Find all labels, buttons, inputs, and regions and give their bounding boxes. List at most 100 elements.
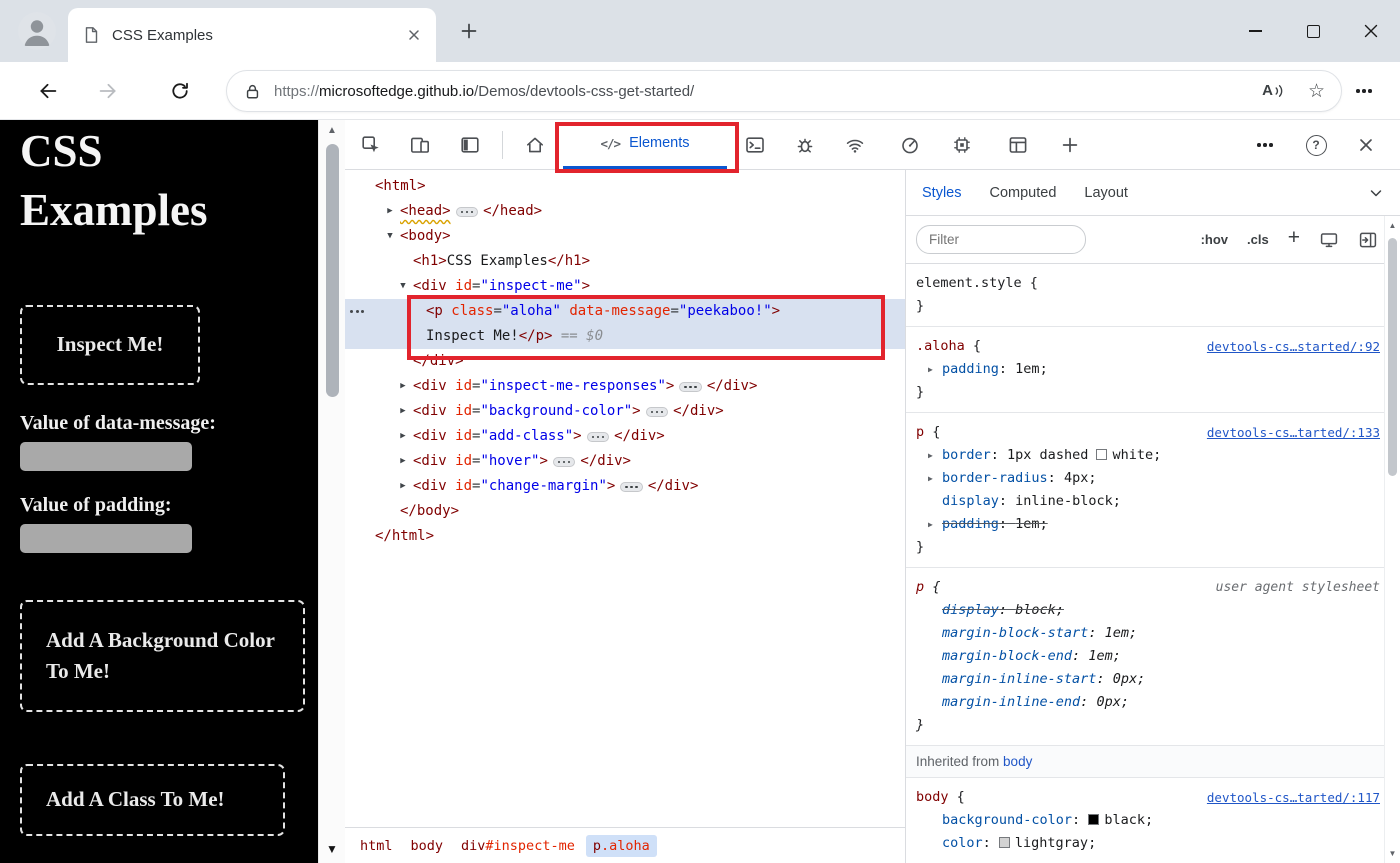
expand-shorthand-icon[interactable]: ▶ — [928, 513, 933, 536]
refresh-button[interactable] — [162, 73, 198, 109]
help-icon[interactable]: ? — [1298, 127, 1334, 163]
inspect-element-icon[interactable] — [353, 127, 389, 163]
expand-shorthand-icon[interactable]: ▶ — [928, 358, 933, 381]
dom-tree-node[interactable]: ▶<div id="inspect-me-responses"></div> — [345, 374, 905, 399]
breadcrumb-item[interactable]: html — [353, 835, 400, 857]
maximize-button[interactable] — [1284, 0, 1342, 62]
scrollbar-thumb[interactable] — [1388, 238, 1397, 476]
new-tab-button[interactable] — [452, 14, 486, 48]
browser-tab[interactable]: CSS Examples — [68, 8, 436, 62]
breadcrumb-item[interactable]: div#inspect-me — [454, 835, 582, 857]
collapsed-content-icon[interactable] — [553, 457, 576, 467]
color-swatch[interactable] — [999, 837, 1010, 848]
scroll-down-icon[interactable]: ▼ — [319, 842, 345, 856]
collapsed-content-icon[interactable] — [679, 382, 702, 392]
inherited-node-link[interactable]: body — [1003, 754, 1032, 769]
read-aloud-icon[interactable]: A — [1262, 83, 1284, 99]
breadcrumb-item[interactable]: p.aloha — [586, 835, 657, 857]
css-property[interactable]: ▶padding: 1em; — [916, 358, 1380, 381]
more-tools-plus-icon[interactable] — [1052, 127, 1088, 163]
chevron-down-icon[interactable] — [1368, 185, 1384, 201]
expand-arrow-icon[interactable]: ▶ — [396, 424, 410, 449]
devtools-menu-icon[interactable] — [1247, 127, 1283, 163]
styles-filter-input[interactable] — [916, 225, 1086, 254]
color-swatch[interactable] — [1096, 449, 1107, 460]
css-property[interactable]: margin-inline-end: 0px; — [916, 691, 1380, 714]
color-swatch[interactable] — [1088, 814, 1099, 825]
memory-icon[interactable] — [944, 127, 980, 163]
stylesheet-link[interactable]: devtools-cs…started/:92 — [1207, 335, 1380, 358]
data-message-value-field[interactable] — [20, 442, 192, 471]
dom-tree-node[interactable]: ▼<body> — [345, 224, 905, 249]
css-property[interactable]: margin-block-start: 1em; — [916, 622, 1380, 645]
dom-tree-node[interactable]: </body> — [345, 499, 905, 524]
tab-computed[interactable]: Computed — [990, 185, 1057, 201]
stylesheet-link[interactable]: devtools-cs…tarted/:117 — [1207, 786, 1380, 809]
expand-arrow-icon[interactable]: ▶ — [396, 474, 410, 499]
collapsed-content-icon[interactable] — [587, 432, 610, 442]
forward-button[interactable] — [90, 73, 126, 109]
css-property[interactable]: background-color: black; — [916, 809, 1380, 832]
dom-tree-node[interactable]: ▶<head></head> — [345, 199, 905, 224]
dom-tree-node[interactable]: ▶<div id="add-class"></div> — [345, 424, 905, 449]
expand-arrow-icon[interactable]: ▶ — [396, 374, 410, 399]
padding-value-field[interactable] — [20, 524, 192, 553]
dom-tree-node[interactable]: ▼<div id="inspect-me"> — [345, 274, 905, 299]
expand-arrow-icon[interactable]: ▶ — [396, 399, 410, 424]
issues-bug-icon[interactable] — [787, 127, 823, 163]
toggle-element-state-button[interactable]: :hov — [1201, 232, 1228, 247]
device-emulation-icon[interactable] — [402, 127, 438, 163]
dom-tree-node[interactable]: <h1>CSS Examples</h1> — [345, 249, 905, 274]
close-window-button[interactable] — [1342, 0, 1400, 62]
css-property[interactable]: margin-inline-start: 0px; — [916, 668, 1380, 691]
profile-avatar[interactable] — [18, 12, 56, 50]
performance-icon[interactable] — [892, 127, 928, 163]
expand-shorthand-icon[interactable]: ▶ — [928, 467, 933, 490]
tab-layout[interactable]: Layout — [1084, 185, 1128, 201]
close-devtools-icon[interactable] — [1348, 127, 1384, 163]
css-property[interactable]: color: lightgray; — [916, 832, 1380, 855]
styles-scrollbar[interactable]: ▲ ▼ — [1384, 216, 1400, 863]
add-background-button[interactable]: Add A Background Color To Me! — [20, 600, 305, 712]
scroll-up-icon[interactable]: ▲ — [319, 125, 345, 136]
node-menu-icon[interactable] — [350, 310, 364, 313]
css-property[interactable]: display: inline-block; — [916, 490, 1380, 513]
dom-tree-node[interactable]: ▶<div id="background-color"></div> — [345, 399, 905, 424]
favorites-star-icon[interactable]: ☆ — [1308, 82, 1325, 101]
expand-arrow-icon[interactable]: ▶ — [383, 199, 397, 224]
browser-menu-icon[interactable] — [1346, 73, 1382, 109]
collapse-arrow-icon[interactable]: ▼ — [383, 224, 397, 249]
scroll-up-icon[interactable]: ▲ — [1385, 221, 1400, 230]
dock-side-icon[interactable] — [452, 127, 488, 163]
new-style-rule-button[interactable]: + — [1288, 226, 1300, 250]
minimize-button[interactable] — [1226, 0, 1284, 62]
css-property[interactable]: display: block; — [916, 599, 1380, 622]
collapse-arrow-icon[interactable]: ▼ — [396, 274, 410, 299]
collapsed-content-icon[interactable] — [646, 407, 669, 417]
scrollbar-thumb[interactable] — [326, 144, 339, 397]
tab-close-icon[interactable] — [406, 27, 422, 43]
breadcrumb-item[interactable]: body — [404, 835, 451, 857]
dom-tree-node[interactable]: <html> — [345, 174, 905, 199]
css-property[interactable]: ▶border-radius: 4px; — [916, 467, 1380, 490]
css-property[interactable]: ▶padding: 1em; — [916, 513, 1380, 536]
rendering-emulation-icon[interactable] — [1319, 230, 1339, 250]
dom-tree-node[interactable]: Inspect Me!</p> == $0 — [345, 324, 905, 349]
tab-elements[interactable]: </> Elements — [563, 120, 727, 169]
back-button[interactable] — [30, 73, 66, 109]
url-text[interactable]: https://microsoftedge.github.io/Demos/de… — [274, 83, 1250, 100]
computed-sidebar-toggle-icon[interactable] — [1358, 230, 1378, 250]
page-scrollbar[interactable]: ▲ ▼ — [318, 120, 345, 863]
network-icon[interactable] — [837, 127, 873, 163]
inspect-me-button[interactable]: Inspect Me! — [20, 305, 200, 385]
dom-tree-node[interactable]: </div> — [345, 349, 905, 374]
scroll-down-icon[interactable]: ▼ — [1385, 849, 1400, 858]
console-icon[interactable] — [737, 127, 773, 163]
stylesheet-link[interactable]: devtools-cs…tarted/:133 — [1207, 421, 1380, 444]
dom-tree-node[interactable]: </html> — [345, 524, 905, 549]
add-class-button[interactable]: Add A Class To Me! — [20, 764, 285, 836]
expand-shorthand-icon[interactable]: ▶ — [928, 444, 933, 467]
dom-tree-node[interactable]: ▶<div id="hover"></div> — [345, 449, 905, 474]
element-classes-button[interactable]: .cls — [1247, 232, 1269, 247]
collapsed-content-icon[interactable] — [456, 207, 479, 217]
